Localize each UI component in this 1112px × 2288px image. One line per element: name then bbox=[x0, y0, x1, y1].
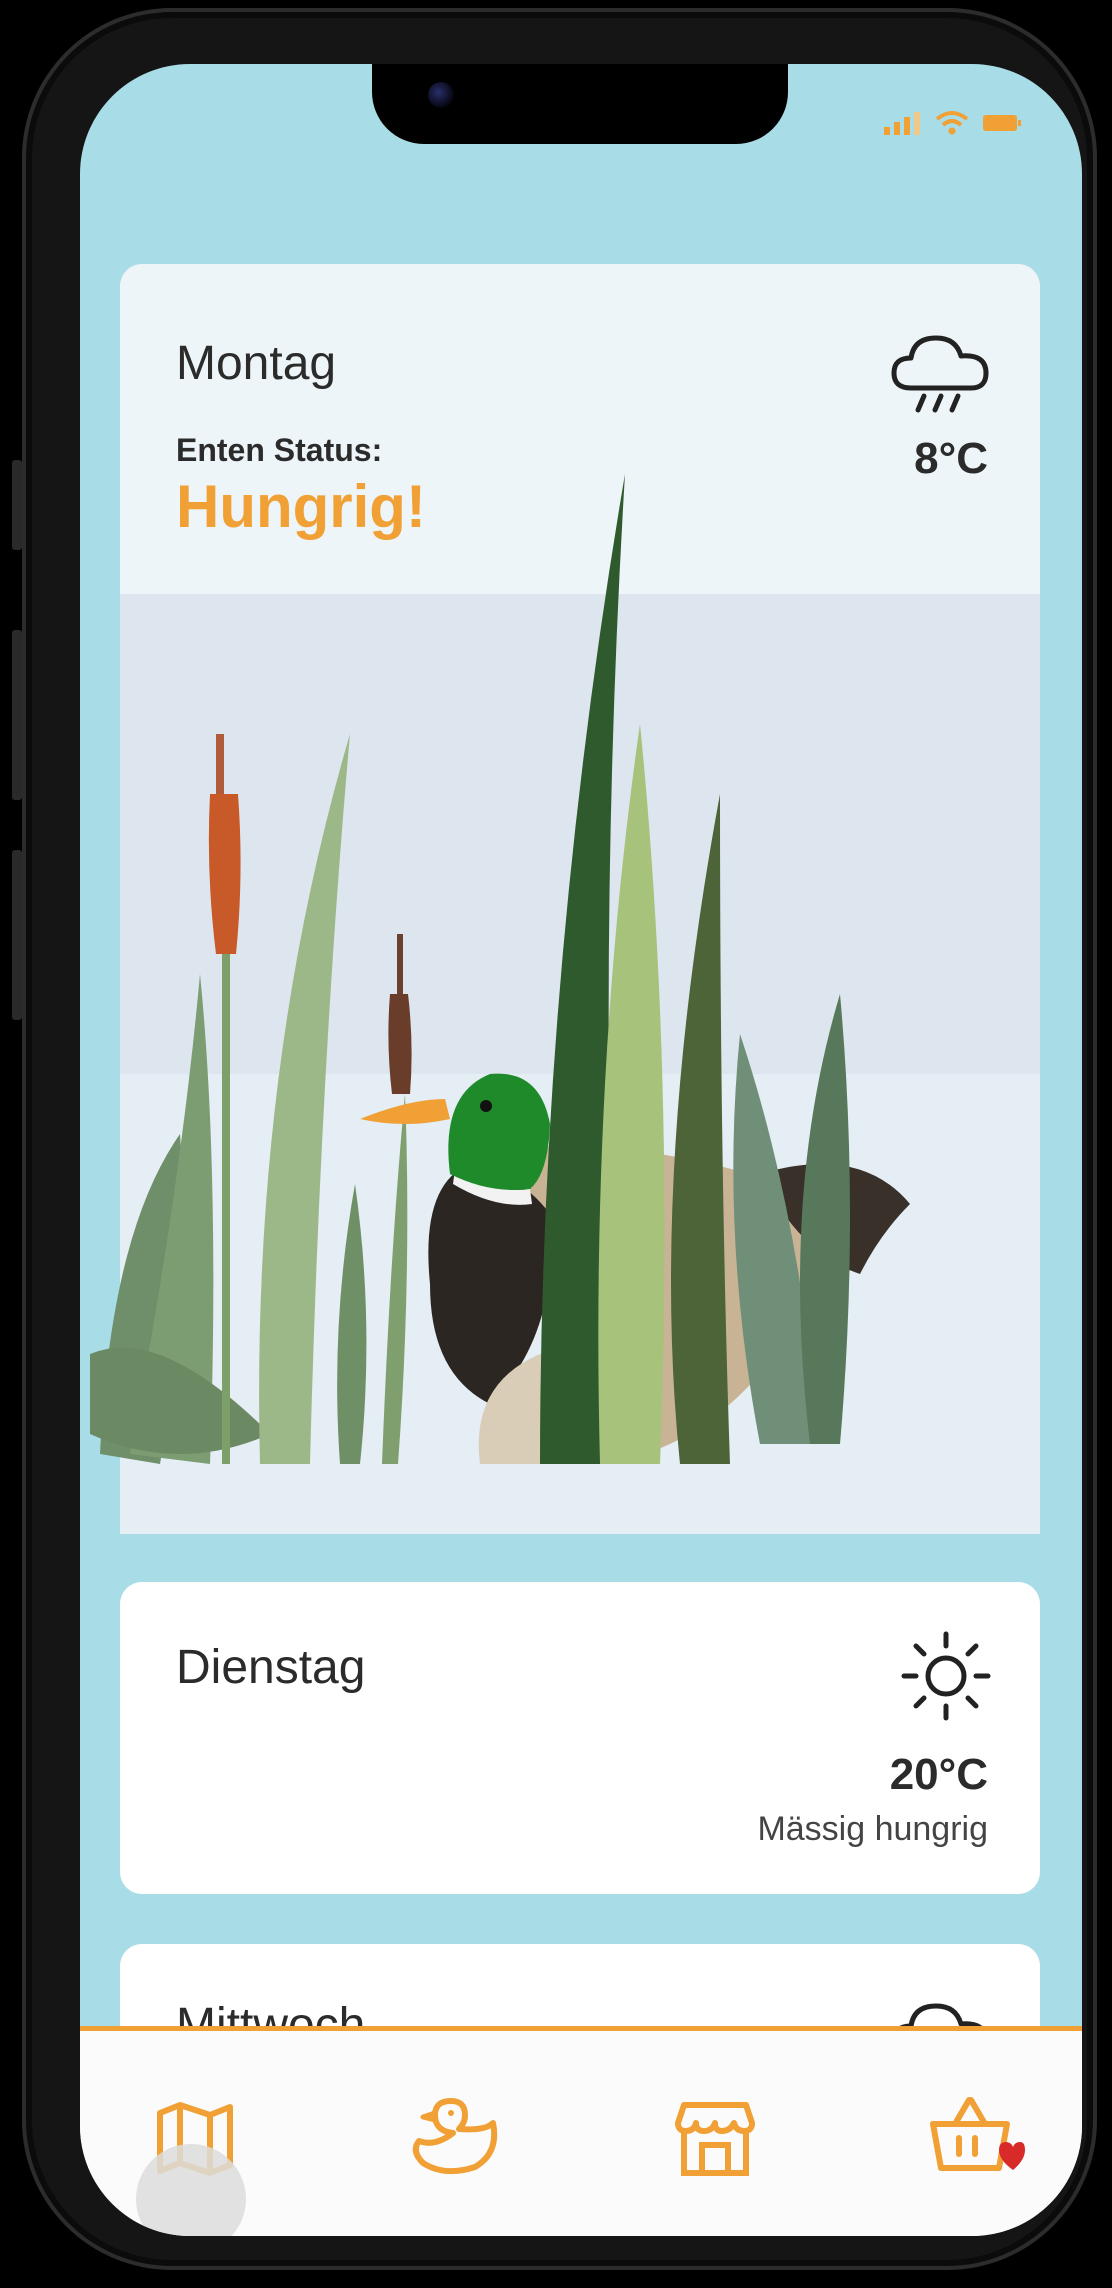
duck-icon bbox=[412, 2098, 498, 2175]
today-card[interactable]: Montag Enten Status: Hungrig! 8°C bbox=[90, 264, 1040, 1534]
volume-down-button bbox=[12, 850, 22, 1020]
signal-icon bbox=[884, 112, 920, 135]
mute-switch bbox=[12, 460, 22, 550]
wifi-icon bbox=[935, 111, 969, 135]
tab-duck[interactable] bbox=[400, 2083, 510, 2193]
battery-icon bbox=[983, 115, 1021, 131]
app-screen: Montag Enten Status: Hungrig! 8°C Dienst… bbox=[80, 64, 1082, 2236]
status-bar bbox=[882, 110, 1022, 136]
shop-icon bbox=[675, 2102, 755, 2176]
tab-shop[interactable] bbox=[660, 2083, 770, 2193]
forecast-day: Dienstag bbox=[176, 1641, 366, 1694]
duck-illustration bbox=[90, 474, 1040, 1534]
forecast-temperature: 20°C bbox=[889, 1750, 988, 1799]
front-camera bbox=[428, 82, 454, 108]
forecast-card-tuesday[interactable]: Dienstag 20°C Mässig hungrig bbox=[120, 1582, 1040, 1894]
volume-up-button bbox=[12, 630, 22, 800]
basket-heart-icon bbox=[930, 2097, 1025, 2171]
sun-icon bbox=[896, 1626, 996, 1731]
forecast-mood: Mässig hungrig bbox=[757, 1810, 988, 1848]
tab-basket[interactable] bbox=[920, 2083, 1030, 2193]
